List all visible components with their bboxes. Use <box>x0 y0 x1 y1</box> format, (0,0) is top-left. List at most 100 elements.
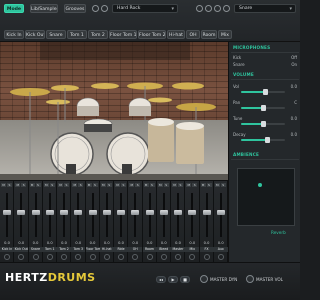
tab-lib-sampler[interactable]: Lib/Sampler <box>30 4 58 13</box>
stop-button[interactable]: ■ <box>180 276 190 283</box>
instrument-dropdown[interactable]: Snare ▾ <box>234 4 296 13</box>
mute-button[interactable]: M <box>1 183 6 187</box>
pan-knob[interactable] <box>18 254 25 260</box>
volume-slider[interactable] <box>241 121 285 127</box>
mute-button[interactable]: M <box>15 183 21 187</box>
fader-knob[interactable] <box>102 210 111 216</box>
solo-button[interactable]: S <box>135 183 141 187</box>
mute-button[interactable]: M <box>172 183 177 187</box>
fader-knob[interactable] <box>31 210 40 216</box>
mic-row-value[interactable]: Off <box>291 55 297 60</box>
mic-row-value[interactable]: On <box>291 62 297 67</box>
volume-slider[interactable] <box>241 89 285 95</box>
pan-knob[interactable] <box>160 254 167 260</box>
mute-button[interactable]: M <box>29 183 35 187</box>
mute-button[interactable]: M <box>157 183 163 187</box>
master-vol-knob[interactable] <box>246 275 254 283</box>
mute-button[interactable]: M <box>143 183 149 187</box>
fader-knob[interactable] <box>3 210 11 216</box>
kit-dropdown[interactable]: Hard Rock ▾ <box>112 4 178 13</box>
fader-knob[interactable] <box>17 210 26 216</box>
fader-knob[interactable] <box>45 210 54 216</box>
solo-button[interactable]: S <box>220 183 226 187</box>
info-icon[interactable] <box>205 5 212 12</box>
pan-knob[interactable] <box>89 254 96 260</box>
ambience-handle[interactable] <box>258 183 262 187</box>
channel-tab[interactable]: Floor Tom 1 <box>109 30 137 39</box>
undo-icon[interactable] <box>214 5 221 12</box>
pan-knob[interactable] <box>4 254 10 260</box>
slider-knob[interactable] <box>260 105 266 111</box>
solo-button[interactable]: S <box>192 183 198 187</box>
mute-button[interactable]: M <box>200 183 206 187</box>
channel-tab[interactable]: Mix <box>218 30 232 39</box>
channel-tab[interactable]: OH <box>186 30 200 39</box>
tab-grooves[interactable]: Grooves <box>64 4 86 13</box>
mute-button[interactable]: M <box>86 183 92 187</box>
mute-button[interactable]: M <box>58 183 63 187</box>
settings-icon[interactable] <box>196 5 203 12</box>
fader-knob[interactable] <box>117 210 125 216</box>
fader-knob[interactable] <box>174 210 182 216</box>
reverb-link[interactable]: Reverb <box>271 230 286 235</box>
redo-icon[interactable] <box>223 5 230 12</box>
rewind-button[interactable]: ◂◂ <box>156 276 166 283</box>
slider-knob[interactable] <box>262 89 268 95</box>
pan-knob[interactable] <box>75 254 82 260</box>
channel-tab[interactable]: Hi-hat <box>167 30 185 39</box>
pan-knob[interactable] <box>217 254 224 260</box>
pan-knob[interactable] <box>175 254 181 260</box>
channel-tab[interactable]: Kick In <box>4 30 24 39</box>
mute-button[interactable]: M <box>100 183 106 187</box>
channel-tab[interactable]: Room <box>201 30 217 39</box>
mute-button[interactable]: M <box>186 183 192 187</box>
fader-knob[interactable] <box>145 210 154 216</box>
pan-knob[interactable] <box>32 254 39 260</box>
fader-knob[interactable] <box>159 210 168 216</box>
slider-knob[interactable] <box>260 121 266 127</box>
pan-knob[interactable] <box>146 254 153 260</box>
pan-knob[interactable] <box>61 254 67 260</box>
solo-button[interactable]: S <box>78 183 84 187</box>
channel-tab[interactable]: Kick Out <box>25 30 45 39</box>
solo-button[interactable]: S <box>21 183 27 187</box>
solo-button[interactable]: S <box>206 183 212 187</box>
pan-knob[interactable] <box>103 254 110 260</box>
fader-knob[interactable] <box>131 210 140 216</box>
pan-knob[interactable] <box>118 254 124 260</box>
solo-button[interactable]: S <box>7 183 12 187</box>
slider-knob[interactable] <box>264 137 270 143</box>
pan-knob[interactable] <box>203 254 210 260</box>
solo-button[interactable]: S <box>149 183 155 187</box>
solo-button[interactable]: S <box>64 183 69 187</box>
pan-knob[interactable] <box>46 254 53 260</box>
fader-knob[interactable] <box>202 210 211 216</box>
solo-button[interactable]: S <box>178 183 183 187</box>
solo-button[interactable]: S <box>121 183 126 187</box>
mute-button[interactable]: M <box>129 183 135 187</box>
fader-knob[interactable] <box>216 210 225 216</box>
tab-mode[interactable]: Mode <box>4 4 24 13</box>
fader-knob[interactable] <box>88 210 97 216</box>
mute-button[interactable]: M <box>214 183 220 187</box>
solo-button[interactable]: S <box>49 183 55 187</box>
solo-button[interactable]: S <box>92 183 98 187</box>
play-button[interactable]: ▶ <box>168 276 178 283</box>
pan-knob[interactable] <box>189 254 196 260</box>
prev-kit-icon[interactable] <box>92 5 99 12</box>
fader-knob[interactable] <box>74 210 83 216</box>
mute-button[interactable]: M <box>72 183 78 187</box>
channel-tab[interactable]: Tom 2 <box>88 30 108 39</box>
volume-slider[interactable] <box>241 105 285 111</box>
solo-button[interactable]: S <box>106 183 112 187</box>
fader-knob[interactable] <box>188 210 197 216</box>
channel-tab[interactable]: Snare <box>46 30 66 39</box>
channel-tab[interactable]: Floor Tom 2 <box>138 30 166 39</box>
pan-knob[interactable] <box>132 254 139 260</box>
ambience-xy-pad[interactable] <box>237 168 295 226</box>
solo-button[interactable]: S <box>163 183 169 187</box>
mute-button[interactable]: M <box>43 183 49 187</box>
master-dyn-knob[interactable] <box>200 275 208 283</box>
fader-knob[interactable] <box>60 210 68 216</box>
drum-kit-stage[interactable] <box>0 42 228 180</box>
